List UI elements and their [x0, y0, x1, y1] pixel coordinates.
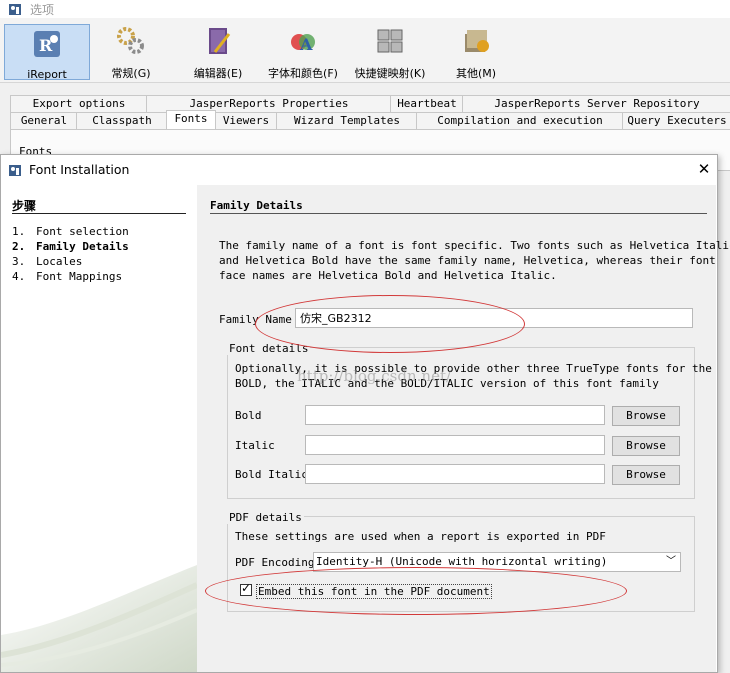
- tab-viewers[interactable]: Viewers: [214, 112, 278, 129]
- family-name-label: Family Name: [219, 313, 292, 326]
- tab-label: General: [20, 114, 68, 127]
- step-label: Font Mappings: [36, 270, 123, 283]
- toolbar-keymap-label: 快捷键映射(K): [354, 67, 426, 80]
- italic-label: Italic: [235, 439, 275, 452]
- bold-font-input[interactable]: [305, 405, 605, 425]
- tab-classpath[interactable]: Classpath: [76, 112, 168, 129]
- gears-icon: [117, 27, 144, 54]
- step-number: 2.: [12, 240, 26, 253]
- ireport-app-icon: [9, 165, 21, 176]
- step-number: 4.: [12, 270, 26, 283]
- chevron-down-icon: ﹀: [666, 556, 676, 567]
- decorative-swoosh: [1, 565, 197, 672]
- toolbar-fonts-colors-button[interactable]: A 字体和颜色(F): [262, 22, 344, 80]
- family-name-input[interactable]: 仿宋_GB2312: [295, 308, 693, 328]
- options-tabs-row1: Export options JasperReports Properties …: [10, 95, 730, 112]
- step-label: Font selection: [36, 225, 129, 238]
- dialog-title: Font Installation: [29, 162, 130, 177]
- toolbar-ireport-label: iReport: [27, 68, 67, 81]
- step-label: Family Details: [36, 240, 129, 253]
- toolbar-editor-label: 编辑器(E): [193, 67, 243, 80]
- tab-fonts[interactable]: Fonts: [166, 110, 216, 129]
- checkmark-icon: ✓: [241, 581, 252, 595]
- toolbar-other-button[interactable]: 其他(M): [446, 22, 506, 80]
- pdf-details-title: PDF details: [227, 511, 304, 524]
- svg-text:A: A: [299, 35, 313, 54]
- bold-browse-button[interactable]: Browse: [612, 406, 680, 426]
- font-details-title: Font details: [227, 342, 311, 355]
- tab-label: JasperReports Server Repository: [494, 97, 700, 110]
- steps-title: 步骤: [12, 199, 37, 213]
- step-font-mappings: 4. Font Mappings: [12, 270, 122, 283]
- toolbar-keymap-button[interactable]: 快捷键映射(K): [348, 22, 432, 80]
- tab-query-executers[interactable]: Query Executers: [622, 112, 730, 129]
- step-number: 3.: [12, 255, 26, 268]
- tab-label: Export options: [32, 97, 126, 110]
- tab-jasperreports-server-repository[interactable]: JasperReports Server Repository: [462, 95, 730, 112]
- editor-book-icon: [209, 28, 231, 54]
- tab-label: Query Executers: [627, 114, 727, 127]
- tab-general[interactable]: General: [10, 112, 78, 129]
- tab-label: JasperReports Properties: [189, 97, 349, 110]
- toolbar-editor-button[interactable]: 编辑器(E): [186, 22, 250, 80]
- step-font-selection: 1. Font selection: [12, 225, 129, 238]
- bold-italic-label: Bold Italic: [235, 468, 308, 481]
- close-icon[interactable]: ✕: [695, 160, 713, 178]
- toolbar-other-label: 其他(M): [455, 67, 497, 80]
- tab-export-options[interactable]: Export options: [10, 95, 148, 112]
- step-locales: 3. Locales: [12, 255, 82, 268]
- tab-label: Wizard Templates: [294, 114, 400, 127]
- tab-heartbeat[interactable]: Heartbeat: [390, 95, 464, 112]
- step-number: 1.: [12, 225, 26, 238]
- options-tabs-row2: General Classpath Fonts Viewers Wizard T…: [10, 110, 730, 129]
- bold-italic-font-input[interactable]: [305, 464, 605, 484]
- font-installation-dialog: Font Installation ✕ 步骤 1. Font selection …: [0, 154, 730, 673]
- content-divider: [210, 213, 707, 214]
- pdf-encoding-label: PDF Encoding: [235, 556, 315, 569]
- toolbar-ireport-button[interactable]: R iReport: [4, 24, 90, 81]
- tab-label: Compilation and execution: [437, 114, 603, 127]
- step-family-details: 2. Family Details: [12, 240, 129, 253]
- family-details-pane: Family Details The family name of a font…: [197, 185, 730, 672]
- tab-label: Heartbeat: [397, 97, 457, 110]
- options-titlebar: [0, 0, 730, 18]
- italic-font-input[interactable]: [305, 435, 605, 455]
- content-title: Family Details: [210, 199, 303, 212]
- keyboard-icon: [377, 29, 403, 53]
- watermark-text: http://blog.csdn.net/: [297, 367, 452, 385]
- bold-label: Bold: [235, 409, 262, 422]
- pdf-details-description: These settings are used when a report is…: [235, 530, 606, 543]
- family-description: The family name of a font is font specif…: [219, 239, 730, 282]
- steps-divider: [12, 213, 186, 214]
- tab-wizard-templates[interactable]: Wizard Templates: [276, 112, 418, 129]
- options-window-title: 选项: [30, 3, 55, 17]
- ireport-app-icon: [9, 4, 21, 15]
- tab-label: Classpath: [92, 114, 152, 127]
- italic-browse-button[interactable]: Browse: [612, 436, 680, 456]
- toolbar-fonts-colors-label: 字体和颜色(F): [268, 67, 338, 80]
- toolbar-general-button[interactable]: 常规(G): [100, 22, 162, 80]
- pdf-encoding-select[interactable]: Identity-H (Unicode with horizontal writ…: [313, 552, 681, 572]
- tab-compilation-execution[interactable]: Compilation and execution: [416, 112, 624, 129]
- pdf-encoding-value: Identity-H (Unicode with horizontal writ…: [316, 555, 608, 568]
- steps-pane: 步骤 1. Font selection 2. Family Details 3. L…: [1, 185, 197, 672]
- bold-italic-browse-button[interactable]: Browse: [612, 465, 680, 485]
- step-label: Locales: [36, 255, 83, 268]
- tab-label: Viewers: [222, 114, 270, 127]
- ireport-logo-icon: R: [34, 31, 60, 57]
- tab-label: Fonts: [174, 112, 208, 125]
- embed-font-label[interactable]: Embed this font in the PDF document: [256, 584, 492, 599]
- font-color-icon: A: [291, 34, 315, 54]
- toolbar-general-label: 常规(G): [111, 67, 151, 80]
- other-icon: [465, 30, 489, 52]
